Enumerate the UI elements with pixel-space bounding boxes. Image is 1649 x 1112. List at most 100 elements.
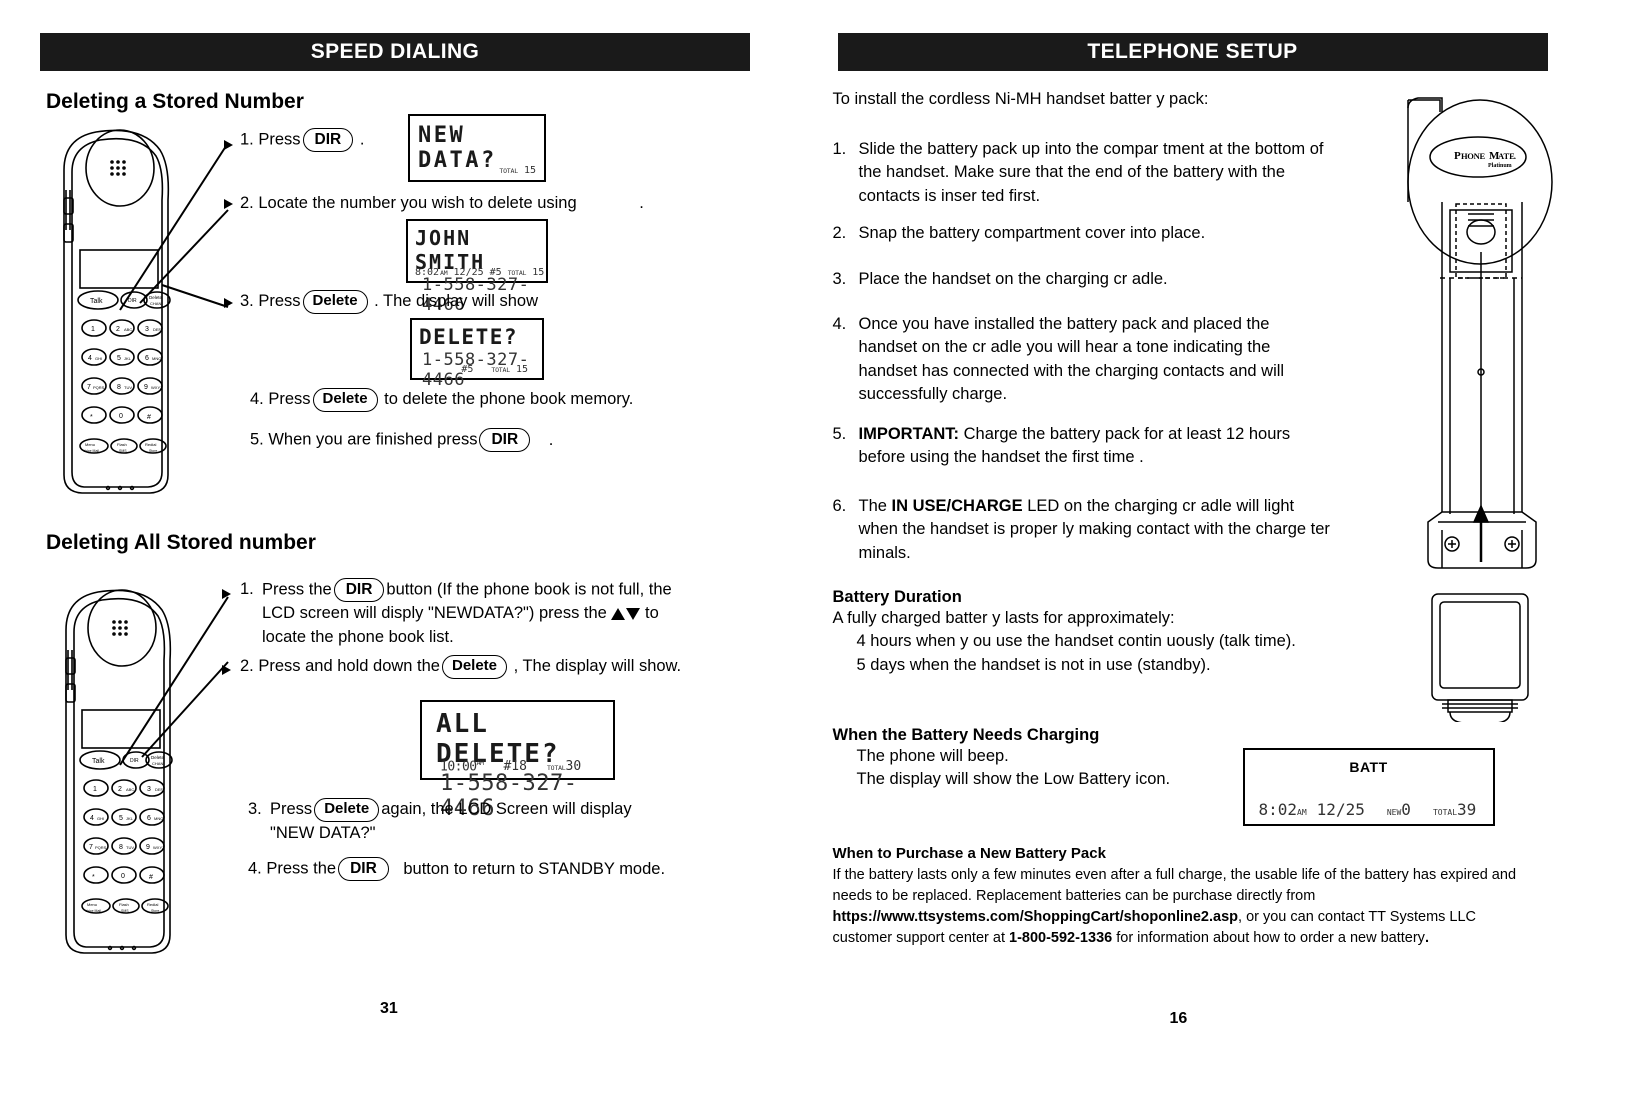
right-page: TELEPHONE SETUP To install the cordless … xyxy=(825,0,1649,1112)
charging-cradle-illustration: P HONE M ATE . Platinum xyxy=(1406,97,1553,722)
svg-text:ABC: ABC xyxy=(124,327,132,332)
svg-text:0: 0 xyxy=(119,413,123,420)
all-step-1-c: LCD screen will disply "NEWDATA?") press… xyxy=(262,604,607,623)
delete-key-step3[interactable]: Delete xyxy=(302,290,368,314)
arrow-step3 xyxy=(224,294,235,312)
all-step-2-row: 2. Press and hold down the Delete , The d… xyxy=(240,655,730,679)
svg-text:4: 4 xyxy=(88,355,92,362)
svg-text:GHI: GHI xyxy=(97,816,104,821)
svg-text:Platinum: Platinum xyxy=(1488,163,1512,169)
step-1-text-post: . xyxy=(359,130,365,149)
svg-text:Voice Mail: Voice Mail xyxy=(83,449,99,453)
step-3-text-pre: Press xyxy=(258,292,301,311)
lcd-john-smith-date: 12/25 xyxy=(453,267,484,278)
delete-key-all-step3[interactable]: Delete xyxy=(314,798,380,822)
svg-text:*: * xyxy=(92,874,95,881)
all-step-3-number: 3. xyxy=(248,800,262,818)
section-banner-speed-dialing: SPEED DIALING xyxy=(40,33,750,71)
heading-deleting-all-stored-number: Deleting All Stored number xyxy=(46,531,316,554)
svg-text:7: 7 xyxy=(89,844,93,851)
arrow-up-icon xyxy=(611,608,626,621)
battery-duration-line3: 5 days when the handset is not in use (s… xyxy=(856,655,1211,674)
all-step-2-b: , The display will show. xyxy=(513,657,682,676)
purchase-url[interactable]: https://www.ttsystems.com/ShoppingCart/s… xyxy=(833,909,1239,925)
delete-key-all-step2[interactable]: Delete xyxy=(441,655,508,679)
lcd-batt-display: BATT 8:02 AM 12/25 NEW 0 TOTAL 39 xyxy=(1242,748,1495,826)
svg-text:2: 2 xyxy=(116,326,120,333)
svg-text:Menu: Menu xyxy=(87,902,97,907)
setup-step-3-number: 3. xyxy=(832,270,847,288)
all-step-4-b: button to return to STANDBY mode. xyxy=(403,859,666,878)
needs-charging-heading: When the Battery Needs Charging xyxy=(832,726,1100,744)
lcd-new-data-total-label: TOTAL xyxy=(499,167,518,175)
svg-text:4: 4 xyxy=(90,815,94,822)
svg-text:3: 3 xyxy=(145,326,149,333)
svg-text:PQRS: PQRS xyxy=(93,385,105,390)
lcd-john-smith-total-label: TOTAL xyxy=(507,269,527,277)
svg-text:SMS: SMS xyxy=(119,449,127,453)
dir-key[interactable]: DIR xyxy=(302,128,354,153)
setup-step-5: 5. IMPORTANT: Charge the battery pack fo… xyxy=(833,423,1333,470)
all-step-2-number: 2. xyxy=(240,657,254,676)
delete-key-step4[interactable]: Delete xyxy=(312,388,378,412)
svg-text:Talk: Talk xyxy=(90,298,103,305)
svg-text:8: 8 xyxy=(117,384,121,391)
lcd-batt-total-value: 39 xyxy=(1457,800,1477,819)
dir-key-all-step4[interactable]: DIR xyxy=(338,857,389,882)
all-step-1-d: to xyxy=(645,604,659,623)
lcd-john-smith-mem: #5 xyxy=(489,267,502,278)
lcd-batt-total-label: TOTAL xyxy=(1432,808,1458,817)
svg-text:#: # xyxy=(149,874,153,881)
svg-text:WXYZ: WXYZ xyxy=(151,385,163,390)
svg-text:Store: Store xyxy=(151,909,159,913)
all-step-1-number: 1. xyxy=(240,580,254,598)
setup-step-6-number: 6. xyxy=(832,497,847,515)
svg-text:Store: Store xyxy=(149,449,157,453)
step-4-number: 4. xyxy=(250,390,264,409)
lcd-new-data-total: 15 xyxy=(523,165,536,176)
all-step-3-row: 3. Press Delete again, the LCD Screen will… xyxy=(248,798,718,845)
svg-text:Flash: Flash xyxy=(119,902,129,907)
left-page: SPEED DIALING Deleting a Stored Number T… xyxy=(0,0,825,1112)
svg-text:9: 9 xyxy=(144,384,148,391)
step-3-number: 3. xyxy=(240,292,254,311)
page-number-left: 31 xyxy=(380,1000,398,1017)
svg-text:3: 3 xyxy=(147,786,151,793)
step-2-row: 2. Locate the number you wish to delete … xyxy=(240,192,710,215)
step-2-number: 2. xyxy=(240,194,254,212)
svg-text:SMS: SMS xyxy=(121,909,129,913)
section-banner-telephone-setup: TELEPHONE SETUP xyxy=(837,33,1548,71)
setup-step-6-bold: IN USE/CHARGE xyxy=(891,497,1023,515)
arrow-down-icon xyxy=(626,608,641,621)
dir-key-all-step1[interactable]: DIR xyxy=(333,578,385,603)
setup-step-6-prebold: The xyxy=(858,497,892,515)
setup-step-5-number: 5. xyxy=(832,425,847,443)
svg-text:WXYZ: WXYZ xyxy=(153,845,165,850)
purchase-para-d: . xyxy=(1424,930,1429,947)
all-step-2-a: Press and hold down the xyxy=(258,657,440,676)
setup-step-1-text: Slide the battery pack up into the compa… xyxy=(858,140,1324,205)
lcd-all-delete-mem: #18 xyxy=(503,759,527,774)
arrow-step1 xyxy=(224,136,235,154)
dir-key-step5[interactable]: DIR xyxy=(479,428,531,453)
all-step-3-c: "NEW DATA?" xyxy=(270,823,376,842)
arrow-all-step1 xyxy=(222,585,233,603)
all-step-1-b: button (If the phone book is not full, t… xyxy=(386,580,672,599)
setup-intro: To install the cordless Ni-MH handset ba… xyxy=(832,90,1209,108)
all-step-4-row: 4. Press the DIR button to return to STAN… xyxy=(248,857,728,882)
all-step-4-number: 4. xyxy=(248,859,262,878)
step-4-row: 4. Press Delete to delete the phone book … xyxy=(250,388,700,412)
step-5-number: 5. xyxy=(250,430,264,449)
lcd-all-delete-total-label: TOTAL xyxy=(546,764,566,772)
lcd-delete-confirm: DELETE? 1-558-327-4466 #5 TOTAL 15 xyxy=(410,318,544,390)
setup-step-5-bold: IMPORTANT: xyxy=(858,425,960,443)
all-step-1-e: locate the phone book list. xyxy=(262,627,454,646)
setup-step-3-text: Place the handset on the charging cr adl… xyxy=(858,270,1168,288)
svg-text:5: 5 xyxy=(117,355,121,362)
svg-text:MNO: MNO xyxy=(154,816,163,821)
svg-text:DEF: DEF xyxy=(153,327,162,332)
step-4-text-pre: Press xyxy=(268,390,311,409)
all-step-3-b: again, the LCD Screen will display xyxy=(381,800,632,819)
arrow-step2 xyxy=(224,195,235,213)
step-3-text-post: . The display will show xyxy=(374,292,539,311)
